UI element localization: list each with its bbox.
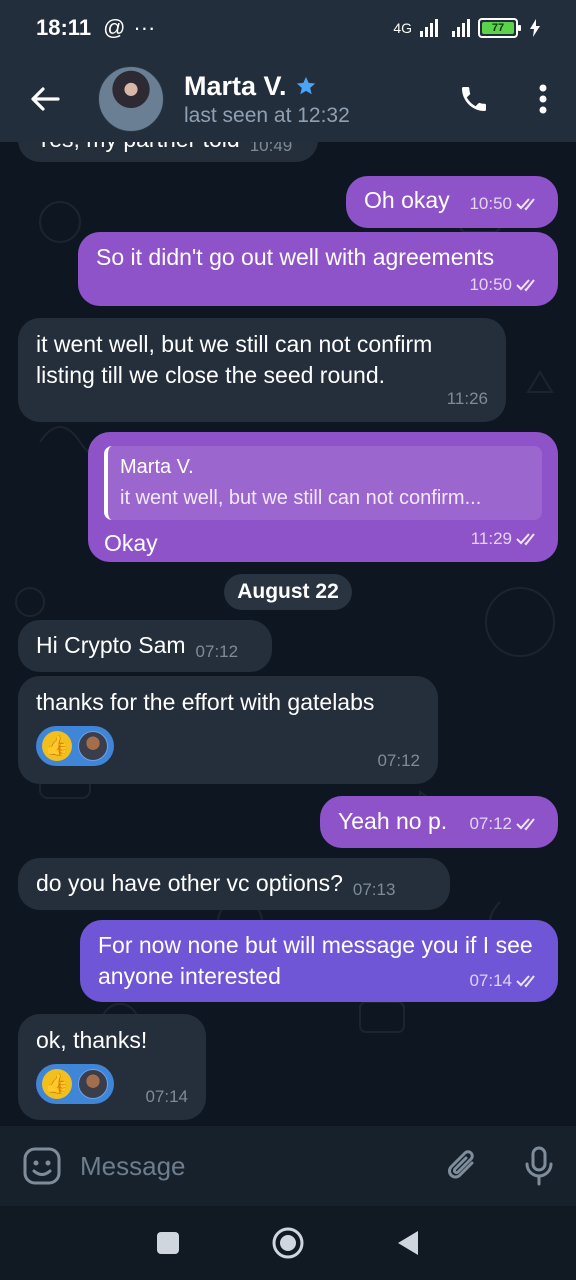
chat-title[interactable]: Marta V. last seen at 12:32	[184, 71, 350, 128]
message-time: 10:50	[469, 275, 512, 294]
double-check-icon	[516, 974, 535, 987]
message-time: 07:14	[469, 971, 512, 990]
battery-icon: 77	[478, 18, 521, 38]
message-text: ok, thanks!	[36, 1027, 148, 1053]
double-check-icon	[516, 817, 535, 830]
signal-icon	[420, 19, 438, 37]
message-time: 07:14	[145, 1087, 188, 1106]
double-check-icon	[516, 278, 535, 291]
message-text: Oh okay	[364, 187, 450, 213]
message-time: 07:12	[469, 814, 512, 833]
message-incoming[interactable]: it went well, but we still can not confi…	[18, 318, 506, 422]
reply-author: Marta V.	[120, 456, 194, 478]
message-incoming[interactable]: ok, thanks! 👍 07:14	[18, 1014, 206, 1120]
message-incoming[interactable]: Yes, my partner told 10:49	[18, 142, 318, 162]
recents-button-icon[interactable]	[156, 1231, 180, 1255]
message-outgoing[interactable]: Oh okay 10:50	[346, 176, 558, 228]
message-text: Hi Crypto Sam	[36, 632, 186, 658]
message-outgoing[interactable]: So it didn't go out well with agreements…	[78, 232, 558, 306]
at-notification-icon: @	[103, 15, 126, 40]
message-text: thanks for the effort with gatelabs	[36, 689, 375, 715]
status-time: 18:11	[36, 15, 92, 40]
message-text: Okay	[104, 530, 158, 556]
message-incoming[interactable]: thanks for the effort with gatelabs 👍 07…	[18, 676, 438, 784]
message-text: So it didn't go out well with agreements	[96, 244, 495, 270]
thumbs-up-icon: 👍	[42, 731, 72, 761]
back-button[interactable]	[20, 74, 70, 124]
reaction-avatar	[78, 731, 108, 761]
more-vertical-icon[interactable]	[538, 84, 548, 114]
reaction-chip[interactable]: 👍	[36, 726, 114, 766]
home-button-icon[interactable]	[271, 1226, 305, 1260]
last-seen-status: last seen at 12:32	[184, 103, 350, 127]
charging-icon	[530, 19, 540, 37]
sticker-icon[interactable]	[22, 1146, 62, 1186]
message-time: 07:13	[352, 880, 396, 899]
avatar[interactable]	[98, 66, 164, 132]
message-outgoing[interactable]: For now none but will message you if I s…	[80, 920, 558, 1002]
network-type: 4G	[393, 20, 412, 36]
double-check-icon	[516, 532, 535, 545]
status-right: 4G 77	[393, 18, 540, 38]
reply-quote[interactable]: Marta V. it went well, but we still can …	[104, 446, 542, 520]
message-time: 10:49	[249, 142, 293, 155]
message-incoming[interactable]: Hi Crypto Sam 07:12	[18, 620, 272, 672]
message-time: 07:12	[377, 751, 420, 770]
message-text: it went well, but we still can not confi…	[36, 331, 433, 388]
message-time: 07:12	[195, 642, 239, 661]
microphone-icon[interactable]	[524, 1146, 554, 1186]
message-incoming[interactable]: do you have other vc options? 07:13	[18, 858, 450, 910]
message-text: For now none but will message you if I s…	[98, 932, 533, 989]
message-outgoing[interactable]: Yeah no p. 07:12	[320, 796, 558, 848]
message-list[interactable]: Yes, my partner told10:49 Oh okay 10:50 …	[0, 142, 576, 1126]
message-text: Yes, my partner told	[36, 142, 240, 152]
message-time: 10:50	[469, 194, 512, 213]
contact-name: Marta V.	[184, 70, 287, 101]
message-time: 11:26	[446, 389, 488, 408]
chat-header: Marta V. last seen at 12:32	[0, 56, 576, 142]
double-check-icon	[516, 197, 535, 210]
message-time: 11:29	[470, 529, 512, 548]
reaction-avatar	[78, 1069, 108, 1099]
date-separator: August 22	[224, 574, 352, 610]
paperclip-icon[interactable]	[446, 1147, 480, 1185]
signal-icon-2	[452, 19, 470, 37]
back-nav-icon[interactable]	[396, 1230, 420, 1256]
arrow-left-icon	[31, 87, 60, 111]
more-notifications-icon: ···	[133, 15, 156, 40]
message-composer: Message	[0, 1126, 576, 1206]
message-input[interactable]: Message	[80, 1151, 186, 1182]
status-bar: 18:11 @ ··· 4G 77	[0, 0, 576, 56]
message-text: Yeah no p.	[338, 808, 448, 834]
phone-icon[interactable]	[458, 83, 490, 115]
thumbs-up-icon: 👍	[42, 1069, 72, 1099]
reaction-chip[interactable]: 👍	[36, 1064, 114, 1104]
message-text: do you have other vc options?	[36, 870, 343, 896]
reply-text: it went well, but we still can not confi…	[120, 487, 482, 509]
star-icon	[296, 76, 315, 95]
system-nav-bar	[0, 1206, 576, 1280]
battery-level: 77	[482, 22, 514, 34]
message-outgoing-reply[interactable]: Marta V. it went well, but we still can …	[88, 432, 558, 562]
